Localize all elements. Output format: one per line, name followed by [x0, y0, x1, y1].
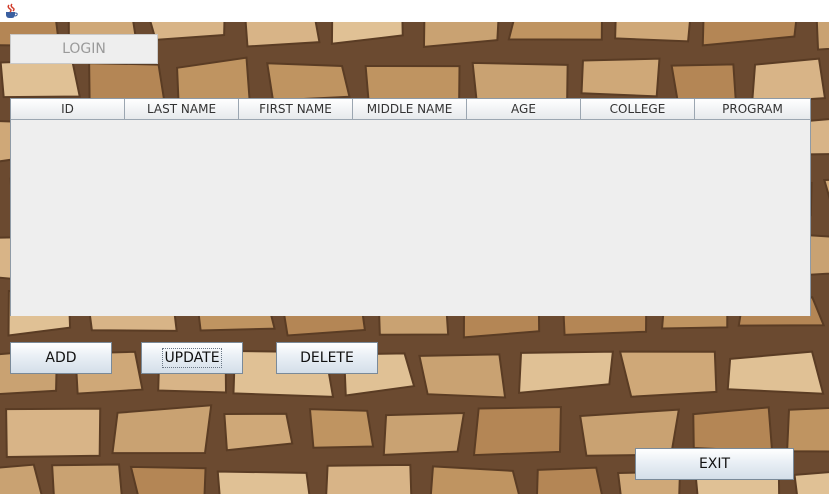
main-panel: LOGIN ID LAST NAME FIRST NAME MIDDLE NAM…	[0, 22, 829, 494]
stone-block	[129, 465, 207, 494]
stone-block	[0, 58, 81, 99]
column-header-age[interactable]: AGE	[467, 99, 581, 119]
stone-block	[266, 62, 351, 102]
exit-button-label: EXIT	[698, 456, 731, 472]
stone-block	[244, 22, 321, 48]
delete-button[interactable]: DELETE	[276, 342, 378, 374]
stone-block	[614, 22, 691, 43]
table-header: ID LAST NAME FIRST NAME MIDDLE NAME AGE …	[11, 99, 810, 120]
stone-block	[330, 22, 404, 45]
stone-block	[751, 57, 827, 104]
stone-block	[517, 350, 615, 394]
column-header-middle-name[interactable]: MIDDLE NAME	[353, 99, 467, 119]
column-header-last-name[interactable]: LAST NAME	[125, 99, 239, 119]
stone-block	[692, 406, 774, 453]
login-button-label: LOGIN	[62, 41, 106, 57]
update-button-label: UPDATE	[162, 348, 222, 368]
stone-block	[815, 22, 829, 51]
stone-block	[536, 466, 603, 494]
records-table[interactable]: ID LAST NAME FIRST NAME MIDDLE NAME AGE …	[10, 98, 811, 316]
stone-block	[325, 463, 413, 494]
column-header-college[interactable]: COLLEGE	[581, 99, 695, 119]
login-button[interactable]: LOGIN	[10, 34, 158, 64]
stone-block	[507, 22, 603, 41]
stone-block	[429, 465, 520, 494]
stone-block	[216, 470, 311, 494]
stone-block	[308, 408, 375, 449]
stone-block	[793, 471, 829, 494]
stone-block	[0, 463, 43, 494]
stone-block	[822, 178, 829, 200]
add-button-label: ADD	[45, 350, 77, 366]
stone-block	[382, 411, 466, 456]
stone-block	[726, 350, 825, 395]
column-header-first-name[interactable]: FIRST NAME	[239, 99, 353, 119]
stone-block	[418, 353, 507, 399]
column-header-program[interactable]: PROGRAM	[695, 99, 810, 119]
stone-block	[422, 22, 500, 49]
title-bar	[0, 0, 829, 22]
stone-block	[618, 350, 718, 398]
stone-block	[472, 406, 562, 457]
stone-block	[5, 407, 102, 459]
java-cup-icon[interactable]	[3, 3, 19, 19]
stone-block	[701, 22, 798, 47]
stone-block	[580, 57, 661, 98]
delete-button-label: DELETE	[300, 350, 354, 366]
column-header-id[interactable]: ID	[11, 99, 125, 119]
update-button[interactable]: UPDATE	[141, 342, 243, 374]
add-button[interactable]: ADD	[10, 342, 112, 374]
stone-block	[111, 404, 213, 455]
stone-block	[223, 412, 294, 452]
stone-block	[51, 463, 123, 494]
exit-button[interactable]: EXIT	[635, 448, 794, 480]
table-body[interactable]	[11, 120, 810, 316]
stone-block	[786, 407, 829, 453]
